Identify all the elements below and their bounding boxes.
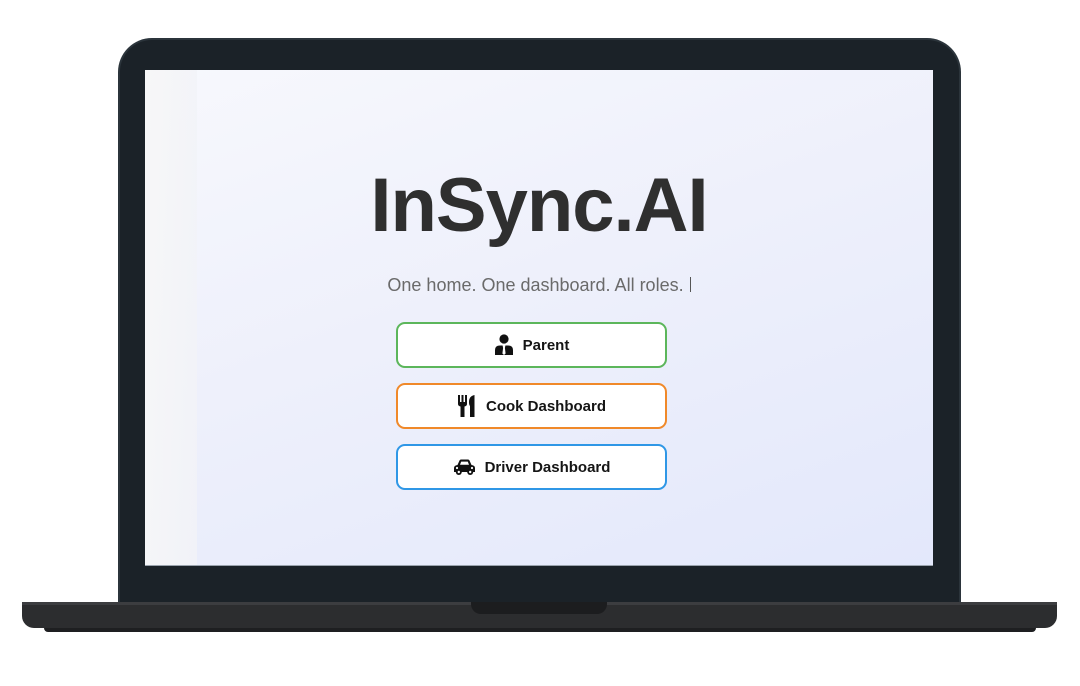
driver-dashboard-button[interactable]: Driver Dashboard [396, 444, 667, 490]
parent-button[interactable]: Parent [396, 322, 667, 368]
cook-dashboard-button-label: Cook Dashboard [485, 397, 606, 415]
tagline: One home. One dashboard. All roles. [145, 275, 933, 297]
laptop-base-foot [44, 628, 1036, 632]
driver-dashboard-button-label: Driver Dashboard [484, 458, 611, 476]
parent-button-label: Parent [522, 336, 570, 354]
cook-dashboard-button[interactable]: Cook Dashboard [396, 383, 667, 429]
typing-cursor [689, 277, 691, 292]
parent-icon [494, 334, 514, 356]
screen-edge [145, 70, 197, 565]
tagline-text: One home. One dashboard. All roles. [387, 275, 684, 295]
laptop-notch [471, 602, 607, 614]
app-title: InSync.AI [370, 163, 708, 248]
utensils-icon [457, 394, 477, 418]
car-icon [453, 459, 476, 476]
screen: InSync.AI One home. One dashboard. All r… [145, 70, 933, 566]
